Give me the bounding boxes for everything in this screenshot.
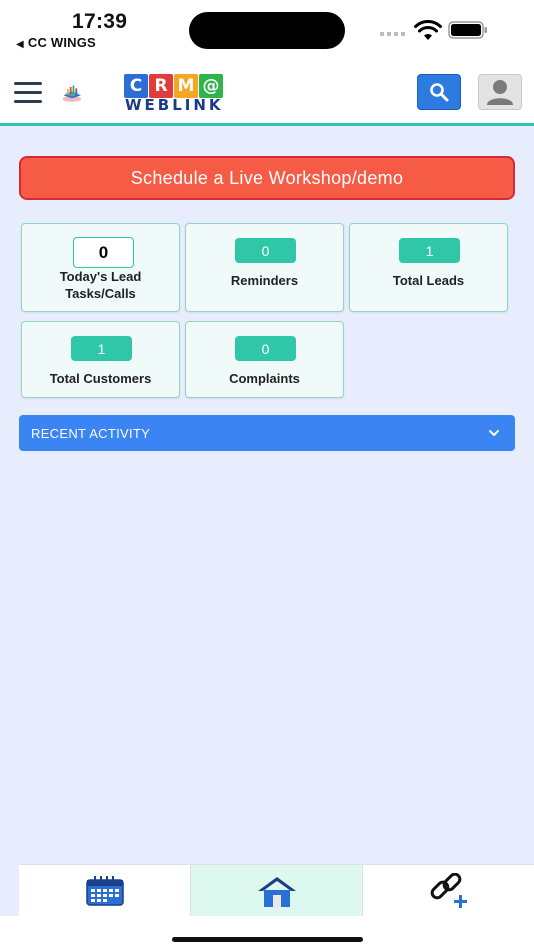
dynamic-island <box>189 12 345 49</box>
home-indicator-area <box>0 916 534 950</box>
card-label: Today's Lead Tasks/Calls <box>59 269 142 301</box>
card-complaints[interactable]: 0 Complaints <box>185 321 344 398</box>
card-value: 0 <box>235 336 296 361</box>
chevron-down-icon <box>489 430 499 436</box>
search-button[interactable] <box>417 74 461 110</box>
nav-calendar[interactable] <box>19 865 191 916</box>
card-value: 1 <box>399 238 460 263</box>
recent-activity-toggle[interactable]: RECENT ACTIVITY <box>19 415 515 451</box>
logo-letter-r: R <box>149 74 173 98</box>
recent-activity-label: RECENT ACTIVITY <box>31 425 151 441</box>
card-total-customers[interactable]: 1 Total Customers <box>21 321 180 398</box>
home-indicator[interactable] <box>172 937 363 942</box>
card-label: Total Customers <box>49 371 152 386</box>
signal-icon <box>380 32 406 36</box>
nav-add-link[interactable] <box>363 865 534 916</box>
card-value: 1 <box>71 336 132 361</box>
back-to-app-link[interactable]: ◀ CC WINGS <box>16 35 96 50</box>
card-value: 0 <box>235 238 296 263</box>
status-time: 17:39 <box>72 10 128 33</box>
logo-letters: C R M @ <box>124 74 223 98</box>
logo-letter-at: @ <box>199 74 223 98</box>
back-app-label: CC WINGS <box>27 35 96 50</box>
card-reminders[interactable]: 0 Reminders <box>185 223 344 312</box>
card-total-leads[interactable]: 1 Total Leads <box>349 223 508 312</box>
logo-letter-m: M <box>174 74 198 98</box>
logo-subtitle: WEBLINK <box>125 96 224 114</box>
crm-logo-graphic <box>62 85 82 102</box>
bottom-nav <box>19 864 534 916</box>
nav-home[interactable] <box>191 865 363 916</box>
battery-icon <box>448 21 487 39</box>
user-icon <box>487 80 513 105</box>
app-header: C R M @ WEBLINK <box>0 62 534 126</box>
status-bar: 17:39 ◀ CC WINGS <box>0 0 534 62</box>
wifi-icon <box>414 20 442 40</box>
logo-letter-c: C <box>124 74 148 98</box>
menu-icon[interactable] <box>14 82 42 104</box>
card-label: Total Leads <box>392 273 465 288</box>
search-icon <box>430 83 449 102</box>
profile-button[interactable] <box>478 74 522 110</box>
calendar-icon <box>85 875 124 906</box>
home-icon <box>257 876 296 907</box>
schedule-workshop-button[interactable]: Schedule a Live Workshop/demo <box>19 156 515 200</box>
card-value: 0 <box>73 237 134 268</box>
back-triangle-icon: ◀ <box>16 39 24 50</box>
add-link-icon <box>430 872 467 908</box>
card-today-lead-tasks[interactable]: 0 Today's Lead Tasks/Calls <box>21 223 180 312</box>
card-label: Complaints <box>229 371 300 386</box>
card-label: Reminders <box>230 273 299 288</box>
